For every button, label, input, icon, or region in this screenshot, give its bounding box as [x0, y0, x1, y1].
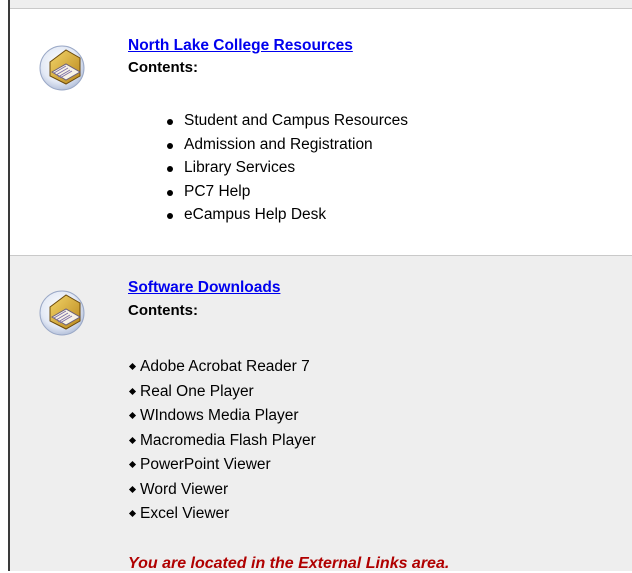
- list-item: Real One Player: [128, 380, 316, 405]
- contents-label: Contents:: [128, 59, 198, 76]
- resource-list: Student and Campus Resources Admission a…: [164, 109, 408, 227]
- list-item: PC7 Help: [164, 180, 408, 204]
- list-item: Student and Campus Resources: [164, 109, 408, 133]
- list-item: Word Viewer: [128, 478, 316, 503]
- folder-icon: [36, 38, 92, 94]
- list-item: eCampus Help Desk: [164, 203, 408, 227]
- section-title-software-downloads[interactable]: Software Downloads: [128, 279, 280, 297]
- section-title-north-lake[interactable]: North Lake College Resources: [128, 37, 353, 55]
- list-item: WIndows Media Player: [128, 404, 316, 429]
- list-item: Admission and Registration: [164, 133, 408, 157]
- section-software-downloads: [10, 256, 632, 571]
- list-item: Library Services: [164, 156, 408, 180]
- list-item: Macromedia Flash Player: [128, 429, 316, 454]
- list-item: Adobe Acrobat Reader 7: [128, 355, 316, 380]
- contents-label: Contents:: [128, 302, 198, 319]
- list-item: PowerPoint Viewer: [128, 453, 316, 478]
- list-item: Excel Viewer: [128, 502, 316, 527]
- folder-icon: [36, 283, 92, 339]
- location-message: You are located in the External Links ar…: [128, 555, 450, 572]
- top-band: [10, 0, 632, 8]
- download-list: Adobe Acrobat Reader 7 Real One Player W…: [128, 355, 316, 527]
